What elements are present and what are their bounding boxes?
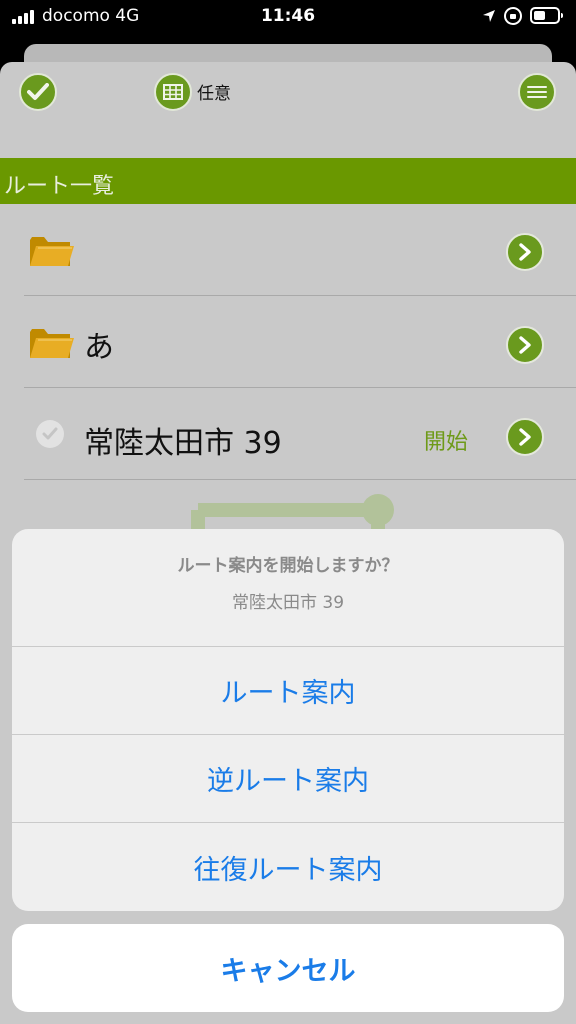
start-button[interactable]: 開始	[424, 424, 468, 456]
rotation-lock-icon	[504, 7, 522, 25]
section-header: ルート一覧	[0, 158, 576, 204]
battery-icon	[530, 7, 563, 24]
chevron-right-icon	[519, 243, 531, 261]
list-item-folder[interactable]	[24, 204, 576, 296]
route-check-icon	[36, 420, 64, 448]
row-detail-button[interactable]	[506, 233, 544, 271]
status-bar: docomo 4G 11:46	[0, 0, 576, 34]
row-detail-button[interactable]	[506, 418, 544, 456]
round-trip-route-guide-button[interactable]: 往復ルート案内	[12, 823, 564, 911]
folder-icon	[30, 237, 74, 266]
route-guide-button[interactable]: ルート案内	[12, 647, 564, 735]
section-title: ルート一覧	[4, 174, 115, 199]
row-label: あ	[84, 330, 114, 365]
row-detail-button[interactable]	[506, 326, 544, 364]
cancel-button[interactable]: キャンセル	[12, 924, 564, 1012]
action-sheet: ルート案内を開始しますか？ 常陸太田市 39 ルート案内 逆ルート案内 往復ルー…	[12, 529, 564, 911]
chevron-right-icon	[519, 428, 531, 446]
grid-icon	[163, 84, 183, 100]
reverse-route-guide-button[interactable]: 逆ルート案内	[12, 735, 564, 823]
list-item-folder[interactable]: あ	[24, 296, 576, 388]
menu-button[interactable]	[518, 73, 556, 111]
location-arrow-icon	[483, 10, 495, 22]
hamburger-menu-icon	[527, 86, 547, 98]
view-mode-button[interactable]	[154, 73, 192, 111]
action-sheet-message: 常陸太田市 39	[231, 593, 345, 613]
action-sheet-header: ルート案内を開始しますか？ 常陸太田市 39	[12, 529, 564, 647]
chevron-right-icon	[519, 336, 531, 354]
done-button[interactable]	[19, 73, 57, 111]
view-mode-label[interactable]: 任意	[197, 79, 231, 104]
folder-icon	[30, 329, 74, 358]
action-sheet-title: ルート案内を開始しますか？	[177, 556, 399, 576]
check-icon	[27, 83, 49, 100]
